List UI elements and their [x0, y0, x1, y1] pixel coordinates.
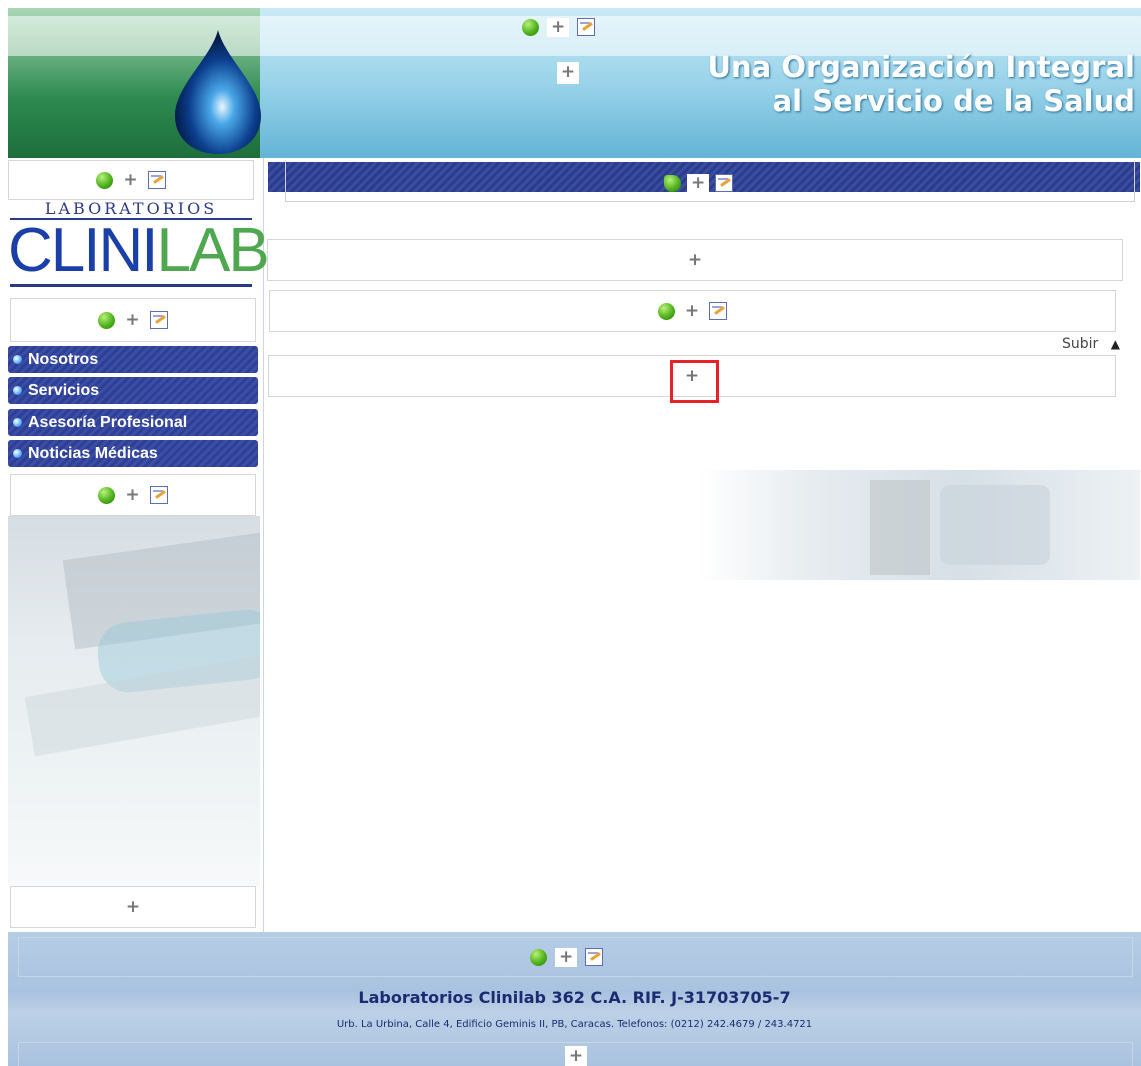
water-drop-logo: [173, 28, 263, 156]
nav-servicios[interactable]: Servicios: [8, 377, 258, 404]
subir-label: Subir: [1062, 336, 1099, 352]
add-icon[interactable]: +: [688, 251, 702, 269]
sidebar-background-image: [8, 516, 260, 886]
logo-brand-lab: LAB: [156, 216, 269, 285]
add-icon[interactable]: +: [125, 486, 139, 504]
add-icon[interactable]: +: [126, 898, 140, 916]
content-slot-1: +: [267, 239, 1123, 281]
subir-link[interactable]: Subir ▲: [1062, 336, 1120, 352]
add-icon: +: [568, 1046, 584, 1066]
sidebar-mid-toolbar: +: [10, 298, 256, 342]
add-module-icon[interactable]: [98, 311, 116, 329]
add-module-icon[interactable]: [657, 302, 675, 320]
footer-add-button[interactable]: +: [565, 1046, 587, 1066]
nav-asesoria-profesional[interactable]: Asesoría Profesional: [8, 409, 258, 436]
edit-icon[interactable]: [147, 171, 166, 189]
edit-icon[interactable]: [585, 948, 604, 966]
add-icon[interactable]: +: [687, 173, 710, 193]
sidebar-lower-toolbar: +: [10, 474, 256, 516]
add-module-icon[interactable]: [522, 18, 539, 36]
header-slogan-line2: al Servicio de la Salud: [772, 84, 1135, 118]
main-title-toolbar: +: [664, 170, 734, 196]
sidebar-bottom-add: +: [10, 886, 256, 928]
add-icon[interactable]: +: [555, 947, 578, 967]
add-module-icon[interactable]: [530, 948, 547, 966]
content-background-image: [700, 470, 1140, 580]
edit-icon[interactable]: [149, 311, 168, 329]
footer-company: Laboratorios Clinilab 362 C.A. RIF. J-31…: [358, 988, 791, 1007]
nav-noticias-medicas[interactable]: Noticias Médicas: [8, 440, 258, 467]
header-slogan-line1: Una Organización Integral: [707, 50, 1135, 84]
edit-icon[interactable]: [709, 302, 728, 320]
bullet-icon: [13, 386, 22, 395]
sidebar-top-toolbar: +: [8, 160, 254, 200]
add-icon[interactable]: +: [685, 302, 699, 320]
nav-nosotros[interactable]: Nosotros: [8, 346, 258, 373]
nav-label: Nosotros: [28, 350, 99, 368]
logo-brand-clini: CLINI: [8, 216, 158, 285]
add-icon: +: [560, 62, 576, 82]
footer-address: Urb. La Urbina, Calle 4, Edificio Gemini…: [336, 1019, 813, 1030]
arrow-up-icon: ▲: [1110, 337, 1120, 351]
nav-label: Servicios: [28, 381, 100, 399]
bullet-icon: [13, 418, 22, 427]
clinilab-logo[interactable]: LABORATORIOS CLINILAB: [8, 200, 270, 292]
footer-edit-toolbar: +: [530, 944, 604, 970]
header-add-button[interactable]: +: [557, 62, 579, 84]
add-module-icon[interactable]: [98, 486, 116, 504]
bullet-icon: [13, 449, 22, 458]
add-module-icon[interactable]: [664, 174, 681, 192]
edit-icon[interactable]: [715, 174, 734, 192]
highlight-box: [670, 360, 719, 403]
nav-label: Asesoría Profesional: [28, 413, 188, 431]
add-icon[interactable]: +: [125, 311, 139, 329]
add-icon[interactable]: +: [123, 171, 137, 189]
add-module-icon[interactable]: [96, 171, 114, 189]
add-icon[interactable]: +: [547, 17, 570, 37]
content-slot-2: +: [269, 290, 1116, 332]
nav-label: Noticias Médicas: [28, 444, 158, 462]
bullet-icon: [13, 355, 22, 364]
edit-icon[interactable]: [149, 486, 168, 504]
header-edit-toolbar: +: [522, 14, 596, 40]
edit-icon[interactable]: [577, 18, 596, 36]
